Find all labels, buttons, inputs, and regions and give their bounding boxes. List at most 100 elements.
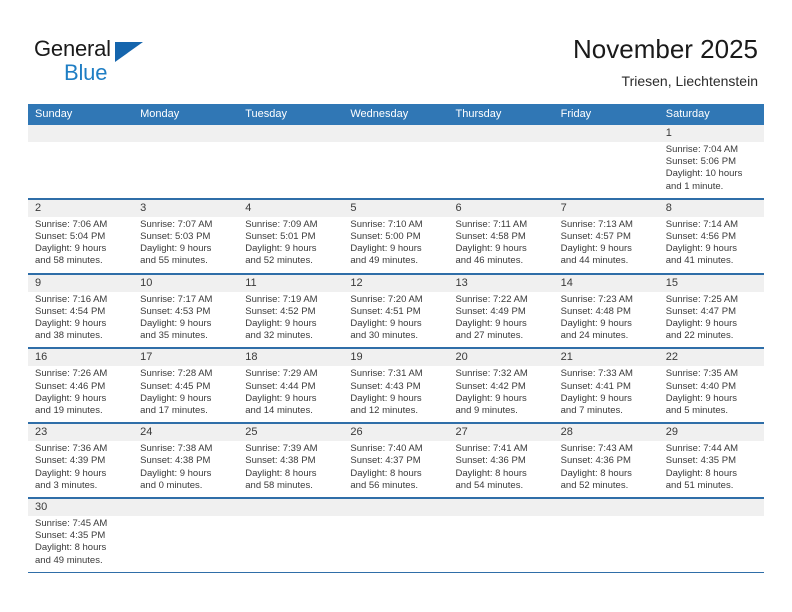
day-cell[interactable]: Sunrise: 7:06 AM Sunset: 5:04 PM Daylight:… — [28, 217, 133, 273]
day-number[interactable]: 18 — [238, 349, 343, 366]
day-cell[interactable]: Sunrise: 7:09 AM Sunset: 5:01 PM Daylight:… — [238, 217, 343, 273]
day-number[interactable]: 10 — [133, 275, 238, 292]
day-number[interactable]: 7 — [554, 200, 659, 217]
day-cell[interactable]: Sunrise: 7:19 AM Sunset: 4:52 PM Daylight:… — [238, 292, 343, 348]
day-cell[interactable]: Sunrise: 7:20 AM Sunset: 4:51 PM Daylight:… — [343, 292, 448, 348]
day-cell[interactable]: Sunrise: 7:25 AM Sunset: 4:47 PM Daylight:… — [659, 292, 764, 348]
day-detail-line: Sunrise: 7:31 AM — [350, 368, 423, 380]
day-cell[interactable]: Sunrise: 7:45 AM Sunset: 4:35 PM Daylight:… — [28, 516, 133, 572]
day-number-band: 23 24 25 26 27 28 29 — [28, 424, 764, 442]
day-cell[interactable]: Sunrise: 7:32 AM Sunset: 4:42 PM Daylight:… — [449, 366, 554, 422]
day-number[interactable]: 26 — [343, 424, 448, 441]
day-number[interactable]: 12 — [343, 275, 448, 292]
day-number[interactable]: 24 — [133, 424, 238, 441]
day-cell[interactable]: Sunrise: 7:10 AM Sunset: 5:00 PM Daylight:… — [343, 217, 448, 273]
day-number-empty — [343, 499, 448, 516]
day-detail-line: Sunrise: 7:32 AM — [455, 368, 528, 380]
day-number[interactable]: 16 — [28, 349, 133, 366]
title-block: November 2025 Triesen, Liechtenstein — [573, 32, 758, 92]
day-number[interactable]: 1 — [659, 125, 764, 142]
day-detail-line: Sunset: 4:49 PM — [455, 305, 526, 317]
day-detail-line: Sunrise: 7:25 AM — [665, 293, 739, 305]
day-cell[interactable]: Sunrise: 7:33 AM Sunset: 4:41 PM Daylight:… — [554, 366, 659, 422]
day-number-empty — [28, 125, 133, 142]
day-cell[interactable]: Sunrise: 7:35 AM Sunset: 4:40 PM Daylight:… — [659, 366, 764, 422]
day-cell[interactable]: Sunrise: 7:31 AM Sunset: 4:43 PM Daylight:… — [343, 366, 448, 422]
day-cell[interactable]: Sunrise: 7:13 AM Sunset: 4:57 PM Daylight:… — [554, 217, 659, 273]
day-number[interactable]: 25 — [238, 424, 343, 441]
day-number[interactable]: 29 — [659, 424, 764, 441]
day-cell[interactable]: Sunrise: 7:43 AM Sunset: 4:36 PM Daylight:… — [554, 441, 659, 497]
day-cell[interactable]: Sunrise: 7:11 AM Sunset: 4:58 PM Daylight:… — [449, 217, 554, 273]
day-detail-line: Sunrise: 7:45 AM — [35, 518, 108, 530]
day-number[interactable]: 5 — [343, 200, 448, 217]
day-detail-line: and 49 minutes. — [35, 554, 103, 566]
day-number[interactable]: 11 — [238, 275, 343, 292]
day-cell[interactable]: Sunrise: 7:23 AM Sunset: 4:48 PM Daylight:… — [554, 292, 659, 348]
day-number-empty — [659, 499, 764, 516]
day-number[interactable]: 6 — [449, 200, 554, 217]
day-cell[interactable]: Sunrise: 7:29 AM Sunset: 4:44 PM Daylight:… — [238, 366, 343, 422]
day-cell[interactable]: Sunrise: 7:41 AM Sunset: 4:36 PM Daylight:… — [449, 441, 554, 497]
day-detail-band: Sunrise: 7:16 AM Sunset: 4:54 PM Daylight:… — [28, 291, 764, 348]
day-number[interactable]: 3 — [133, 200, 238, 217]
day-cell[interactable]: Sunrise: 7:14 AM Sunset: 4:56 PM Daylight:… — [659, 217, 764, 273]
day-number[interactable]: 27 — [449, 424, 554, 441]
day-cell[interactable]: Sunrise: 7:04 AM Sunset: 5:06 PM Daylight:… — [659, 142, 764, 198]
day-number[interactable]: 14 — [554, 275, 659, 292]
day-detail-line: Sunset: 4:48 PM — [560, 305, 631, 317]
general-blue-logo: General Blue — [34, 36, 184, 86]
day-number[interactable]: 4 — [238, 200, 343, 217]
day-cell[interactable]: Sunrise: 7:28 AM Sunset: 4:45 PM Daylight:… — [133, 366, 238, 422]
day-detail-line: Daylight: 9 hours — [245, 243, 317, 255]
day-cell[interactable]: Sunrise: 7:22 AM Sunset: 4:49 PM Daylight:… — [449, 292, 554, 348]
day-number[interactable]: 19 — [343, 349, 448, 366]
day-cell[interactable]: Sunrise: 7:26 AM Sunset: 4:46 PM Daylight:… — [28, 366, 133, 422]
day-number-band: 2345678 — [28, 199, 764, 217]
day-number[interactable]: 8 — [659, 200, 764, 217]
day-cell[interactable]: Sunrise: 7:16 AM Sunset: 4:54 PM Daylight:… — [28, 292, 133, 348]
day-number[interactable]: 9 — [28, 275, 133, 292]
calendar-week-row: 23 24 25 26 27 28 29 Sunrise: 7:36 AM Sunset: 4:… — [28, 423, 764, 498]
day-cell[interactable]: Sunrise: 7:44 AM Sunset: 4:35 PM Daylight:… — [659, 441, 764, 497]
day-cell[interactable]: Sunrise: 7:39 AM Sunset: 4:38 PM Daylight:… — [238, 441, 343, 497]
day-detail-line: Daylight: 9 hours — [35, 243, 107, 255]
day-cell-empty — [133, 516, 238, 572]
day-detail-line: Daylight: 9 hours — [140, 318, 212, 330]
day-number[interactable]: 28 — [554, 424, 659, 441]
day-cell[interactable]: Sunrise: 7:07 AM Sunset: 5:03 PM Daylight:… — [133, 217, 238, 273]
day-detail-line: Daylight: 9 hours — [35, 467, 107, 479]
day-detail-line: and 7 minutes. — [560, 405, 623, 417]
day-detail-line: and 52 minutes. — [245, 255, 313, 267]
day-cell-empty — [343, 516, 448, 572]
day-cell[interactable]: Sunrise: 7:17 AM Sunset: 4:53 PM Daylight:… — [133, 292, 238, 348]
day-cell[interactable]: Sunrise: 7:40 AM Sunset: 4:37 PM Daylight:… — [343, 441, 448, 497]
day-detail-line: Sunrise: 7:29 AM — [245, 368, 318, 380]
day-detail-line: Daylight: 9 hours — [665, 243, 738, 255]
day-number-band: 9 10 11 12 13 14 15 — [28, 274, 764, 292]
day-detail-line: and 27 minutes. — [455, 330, 524, 342]
day-detail-line: Daylight: 9 hours — [140, 392, 212, 404]
day-detail-line: Sunset: 4:46 PM — [35, 380, 106, 392]
day-cell[interactable]: Sunrise: 7:38 AM Sunset: 4:38 PM Daylight:… — [133, 441, 238, 497]
calendar-week-row: 9 10 11 12 13 14 15 Sunrise: 7:16 AM Sunset: 4:5… — [28, 273, 764, 348]
day-cell[interactable]: Sunrise: 7:36 AM Sunset: 4:39 PM Daylight:… — [28, 441, 133, 497]
day-cell-empty — [554, 516, 659, 572]
day-number[interactable]: 21 — [554, 349, 659, 366]
day-number[interactable]: 20 — [449, 349, 554, 366]
day-number[interactable]: 23 — [28, 424, 133, 441]
day-number[interactable]: 2 — [28, 200, 133, 217]
day-number[interactable]: 30 — [28, 499, 133, 516]
day-number[interactable]: 17 — [133, 349, 238, 366]
day-number[interactable]: 22 — [659, 349, 764, 366]
day-detail-line: Sunrise: 7:04 AM — [665, 144, 739, 155]
day-number[interactable]: 13 — [449, 275, 554, 292]
day-detail-line: and 44 minutes. — [560, 255, 629, 267]
day-detail-line: Daylight: 9 hours — [245, 318, 317, 330]
day-detail-line: and 17 minutes. — [140, 405, 208, 417]
day-detail-line: and 9 minutes. — [455, 405, 518, 417]
day-number-empty — [449, 499, 554, 516]
day-number[interactable]: 15 — [659, 275, 764, 292]
day-of-week-header: Sunday — [35, 108, 73, 120]
day-detail-line: Sunset: 5:00 PM — [350, 231, 421, 243]
